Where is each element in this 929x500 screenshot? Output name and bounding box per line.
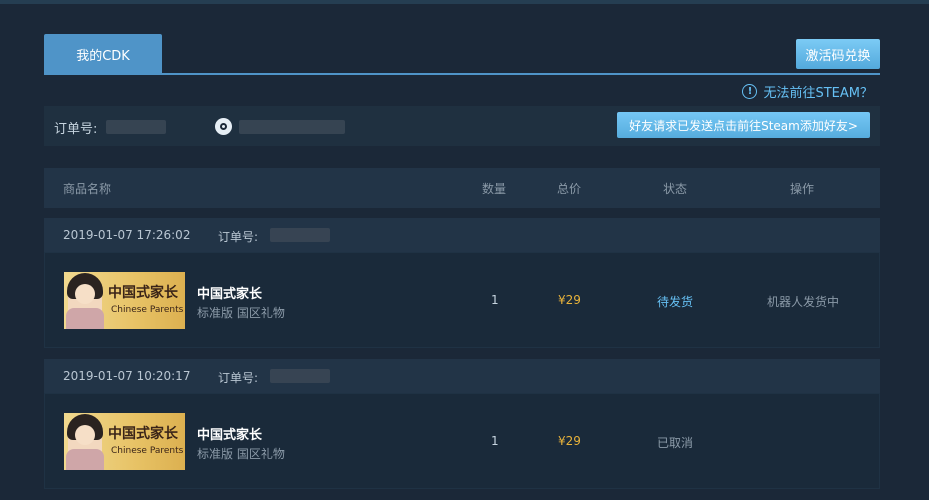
cover-title-cn: 中国式家长 — [108, 426, 178, 442]
top-border — [0, 0, 929, 4]
redeem-code-button[interactable]: 激活码兑换 — [796, 39, 880, 69]
redacted-order-number — [270, 228, 330, 242]
redacted-order-number — [106, 120, 166, 134]
total-price: ¥29 — [558, 434, 581, 448]
table-header: 商品名称 数量 总价 状态 操作 — [44, 168, 880, 208]
game-name[interactable]: 中国式家长 — [197, 424, 262, 443]
add-steam-friend-button[interactable]: 好友请求已发送点击前往Steam添加好友> — [617, 112, 870, 138]
cover-face — [75, 284, 95, 304]
cover-title-en: Chinese Parents — [111, 446, 184, 456]
redacted-steam-account — [239, 120, 345, 134]
redacted-order-number — [270, 369, 330, 383]
tab-underline — [44, 73, 880, 75]
game-cover-image[interactable]: 中国式家长 Chinese Parents — [64, 413, 185, 470]
cover-title-en: Chinese Parents — [111, 305, 184, 315]
cant-reach-steam-label: 无法前往STEAM？ — [763, 85, 873, 101]
status-cancelled: 已取消 — [657, 436, 694, 450]
quantity: 1 — [491, 293, 499, 307]
order-number-label: 订单号: — [218, 230, 259, 244]
col-product-name: 商品名称 — [63, 182, 112, 196]
col-total-price: 总价 — [557, 182, 582, 196]
cover-shirt — [66, 449, 104, 470]
order-number-label: 订单号: — [54, 122, 98, 137]
game-cover-image[interactable]: 中国式家长 Chinese Parents — [64, 272, 185, 329]
info-icon: ! — [742, 83, 758, 99]
col-status: 状态 — [663, 182, 688, 196]
steam-icon — [215, 118, 232, 135]
cover-shirt — [66, 308, 104, 329]
order-datetime: 2019-01-07 17:26:02 — [63, 228, 191, 242]
game-name[interactable]: 中国式家长 — [197, 283, 262, 302]
order-item-row: 中国式家长 Chinese Parents 中国式家长 标准版 国区礼物 1 ¥… — [44, 252, 880, 348]
quantity: 1 — [491, 434, 499, 448]
order-header: 2019-01-07 10:20:17 订单号: — [44, 359, 880, 393]
col-quantity: 数量 — [482, 182, 507, 196]
status-pending: 待发货 — [657, 295, 694, 309]
order-item-row: 中国式家长 Chinese Parents 中国式家长 标准版 国区礼物 1 ¥… — [44, 393, 880, 489]
game-edition: 标准版 国区礼物 — [197, 306, 285, 320]
order-header: 2019-01-07 17:26:02 订单号: — [44, 218, 880, 252]
order-info-bar: 订单号: 好友请求已发送点击前往Steam添加好友> — [44, 106, 880, 146]
total-price: ¥29 — [558, 293, 581, 307]
tab-my-cdk[interactable]: 我的CDK — [44, 34, 162, 74]
col-operation: 操作 — [790, 182, 815, 196]
cover-face — [75, 425, 95, 445]
order-datetime: 2019-01-07 10:20:17 — [63, 369, 191, 383]
cant-reach-steam-link[interactable]: ! 无法前往STEAM？ — [742, 81, 873, 101]
cover-title-cn: 中国式家长 — [108, 285, 178, 301]
game-edition: 标准版 国区礼物 — [197, 447, 285, 461]
order-number-label: 订单号: — [218, 371, 259, 385]
operation-text: 机器人发货中 — [767, 295, 840, 309]
